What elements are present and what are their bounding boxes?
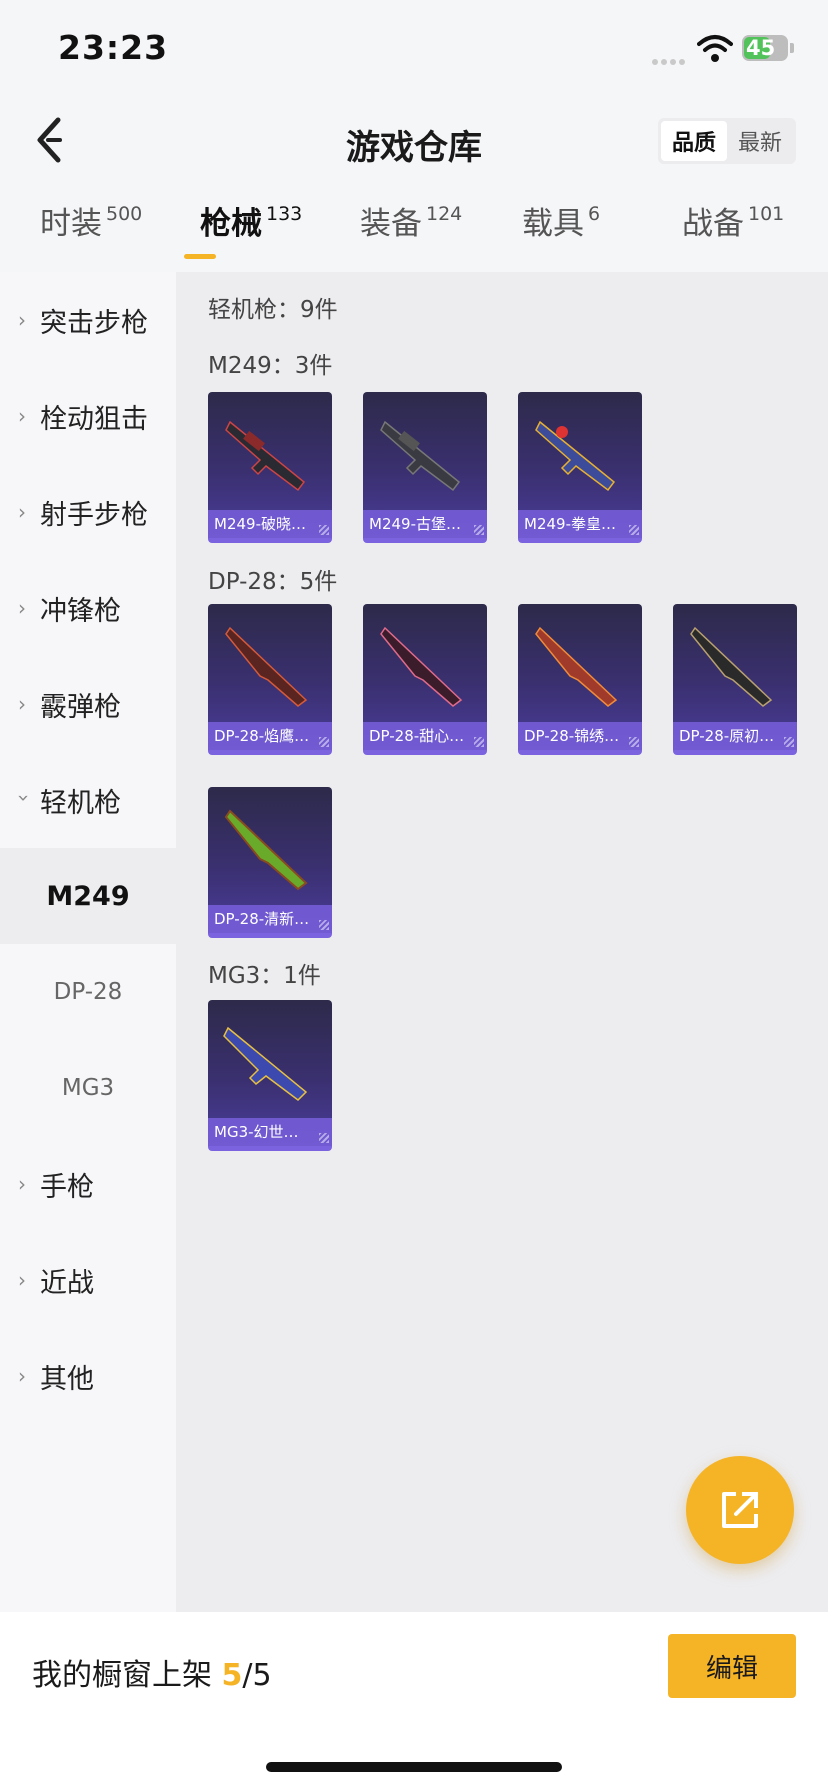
group-header: MG3：1件 (208, 963, 321, 989)
nav-bar: 游戏仓库 品质 最新 (0, 100, 828, 190)
item-card[interactable]: DP-28-焰鹰… (208, 604, 332, 755)
status-bar: 23:23 45 (0, 0, 828, 100)
chevron-right-icon: › (18, 596, 26, 620)
item-name: M249-古堡… (363, 510, 487, 538)
chevron-right-icon: › (18, 692, 26, 716)
battery-level: 45 (746, 36, 776, 60)
sort-toggle: 品质 最新 (658, 118, 796, 164)
category-header: 轻机枪：9件 (208, 297, 338, 323)
share-button[interactable] (686, 1456, 794, 1564)
item-card[interactable]: DP-28-清新… (208, 787, 332, 938)
sidebar-subitem-m249[interactable]: M249 (0, 848, 176, 944)
gun-skin-image (225, 420, 306, 492)
tab-equipment[interactable]: 装备 124 (360, 198, 462, 268)
home-indicator (266, 1762, 562, 1772)
item-name: DP-28-焰鹰… (208, 722, 332, 750)
sidebar-item-label: 其他 (40, 1363, 94, 1395)
chevron-right-icon: › (18, 404, 26, 428)
sort-newest-option[interactable]: 最新 (727, 121, 793, 161)
tab-label: 枪械 (200, 206, 262, 242)
tab-label: 载具 (522, 206, 584, 242)
active-tab-indicator (184, 254, 216, 259)
sidebar-item-melee[interactable]: › 近战 (0, 1232, 176, 1328)
sidebar-item-label: 冲锋枪 (40, 595, 121, 627)
sidebar-item-assault-rifle[interactable]: › 突击步枪 (0, 272, 176, 368)
sidebar-item-label: 射手步枪 (40, 499, 148, 531)
gun-skin-image (380, 626, 463, 707)
chevron-right-icon: › (18, 1364, 26, 1388)
group-header: M249：3件 (208, 353, 333, 379)
tab-label: 时装 (40, 206, 102, 242)
tab-vehicles[interactable]: 载具 6 (522, 198, 600, 268)
share-icon (722, 1492, 758, 1528)
sidebar-item-label: 栓动狙击 (40, 403, 148, 435)
gun-skin-image (223, 1026, 308, 1101)
sidebar-item-label: 近战 (40, 1267, 94, 1299)
chevron-right-icon: › (18, 308, 26, 332)
sidebar: › 突击步枪 › 栓动狙击 › 射手步枪 › 冲锋枪 › 霰弹枪 › 轻机枪 M… (0, 272, 176, 1612)
item-card[interactable]: MG3-幻世… (208, 1000, 332, 1151)
gun-skin-image (380, 420, 461, 492)
item-card[interactable]: M249-古堡… (363, 392, 487, 543)
shelf-label: 我的橱窗上架 (32, 1658, 212, 1693)
item-name: M249-拳皇… (518, 510, 642, 538)
sidebar-item-label: 轻机枪 (40, 787, 121, 819)
category-tabs: 时装 500 枪械 133 装备 124 载具 6 战备 101 (0, 198, 828, 268)
group-header: DP-28：5件 (208, 569, 338, 595)
sidebar-item-smg[interactable]: › 冲锋枪 (0, 560, 176, 656)
tab-label: 装备 (360, 206, 422, 242)
chevron-down-icon: › (12, 794, 36, 802)
wifi-icon (697, 34, 733, 64)
gun-skin-image (535, 626, 618, 707)
item-card[interactable]: DP-28-原初… (673, 604, 797, 755)
item-card[interactable]: M249-拳皇… (518, 392, 642, 543)
gun-skin-image (535, 420, 616, 492)
sidebar-item-marksman-rifle[interactable]: › 射手步枪 (0, 464, 176, 560)
sidebar-item-shotgun[interactable]: › 霰弹枪 (0, 656, 176, 752)
item-name: M249-破晓… (208, 510, 332, 538)
status-time: 23:23 (58, 28, 169, 67)
gun-skin-image (225, 626, 308, 707)
gun-skin-image (690, 626, 773, 707)
tab-fashion[interactable]: 时装 500 (40, 198, 142, 268)
shelf-total-count: /5 (242, 1658, 272, 1693)
sidebar-item-lmg[interactable]: › 轻机枪 (0, 752, 176, 848)
sidebar-item-bolt-sniper[interactable]: › 栓动狙击 (0, 368, 176, 464)
sidebar-item-label: 手枪 (40, 1171, 94, 1203)
sidebar-item-label: 霰弹枪 (40, 691, 121, 723)
tab-count: 500 (106, 203, 143, 225)
item-name: DP-28-锦绣… (518, 722, 642, 750)
edit-button[interactable]: 编辑 (668, 1634, 796, 1698)
sidebar-subitem-mg3[interactable]: MG3 (0, 1040, 176, 1136)
sidebar-item-label: 突击步枪 (40, 307, 148, 339)
back-button[interactable] (30, 114, 70, 166)
chevron-left-icon (37, 117, 62, 163)
sort-quality-option[interactable]: 品质 (661, 121, 727, 161)
battery-icon: 45 (742, 35, 788, 61)
tab-supplies[interactable]: 战备 101 (682, 198, 784, 268)
chevron-right-icon: › (18, 1268, 26, 1292)
chevron-right-icon: › (18, 500, 26, 524)
tab-count: 101 (748, 203, 785, 225)
tab-count: 133 (266, 203, 303, 225)
item-name: MG3-幻世… (208, 1118, 332, 1146)
sidebar-subitem-dp28[interactable]: DP-28 (0, 944, 176, 1040)
sidebar-item-pistol[interactable]: › 手枪 (0, 1136, 176, 1232)
chevron-right-icon: › (18, 1172, 26, 1196)
shelf-used-count: 5 (221, 1658, 243, 1693)
gun-skin-image (224, 809, 308, 891)
item-name: DP-28-清新… (208, 905, 332, 933)
item-card[interactable]: M249-破晓… (208, 392, 332, 543)
sidebar-item-other[interactable]: › 其他 (0, 1328, 176, 1424)
shelf-status: 我的橱窗上架 5/5 (32, 1650, 272, 1694)
item-name: DP-28-甜心… (363, 722, 487, 750)
tab-count: 6 (588, 203, 601, 225)
tab-label: 战备 (682, 206, 744, 242)
item-card[interactable]: DP-28-甜心… (363, 604, 487, 755)
item-list: 轻机枪：9件 M249：3件 M249-破晓… M249-古堡… M249-拳皇… (176, 272, 828, 1612)
signal-icon (652, 50, 688, 65)
tab-count: 124 (426, 203, 463, 225)
item-card[interactable]: DP-28-锦绣… (518, 604, 642, 755)
item-name: DP-28-原初… (673, 722, 797, 750)
